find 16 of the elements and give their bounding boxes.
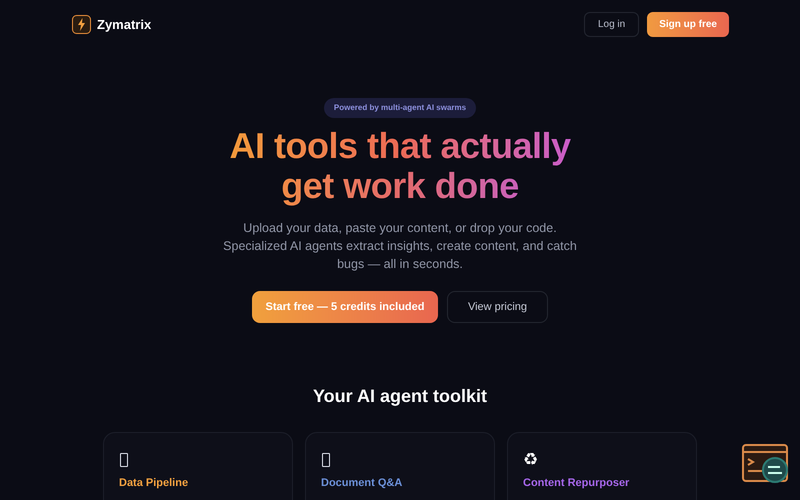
login-button[interactable]: Log in [584, 12, 640, 37]
card-title: Content Repurposer [523, 477, 630, 490]
hero-description: Upload your data, paste your content, or drop your code. Specialized AI agents extract insights, create content, and catch bugs — all in seconds. [222, 220, 578, 273]
tool-card[interactable]: ♻ Content Repurposer [507, 432, 697, 500]
placeholder-glyph-icon [120, 453, 128, 467]
tool-card[interactable]: Document Q&A [305, 432, 495, 500]
brand-name: Zymatrix [97, 16, 152, 34]
placeholder-glyph-icon [322, 453, 330, 467]
recycle-icon: ♻ [523, 451, 538, 468]
lightning-logo-icon [72, 15, 91, 34]
tool-card[interactable]: Data Pipeline [103, 432, 293, 500]
card-title: Data Pipeline [119, 477, 188, 490]
section-title: Your AI agent toolkit [313, 385, 487, 408]
view-pricing-button[interactable]: View pricing [447, 291, 548, 323]
card-title: Document Q&A [321, 477, 402, 490]
hero-badge: Powered by multi-agent AI swarms [324, 98, 476, 118]
